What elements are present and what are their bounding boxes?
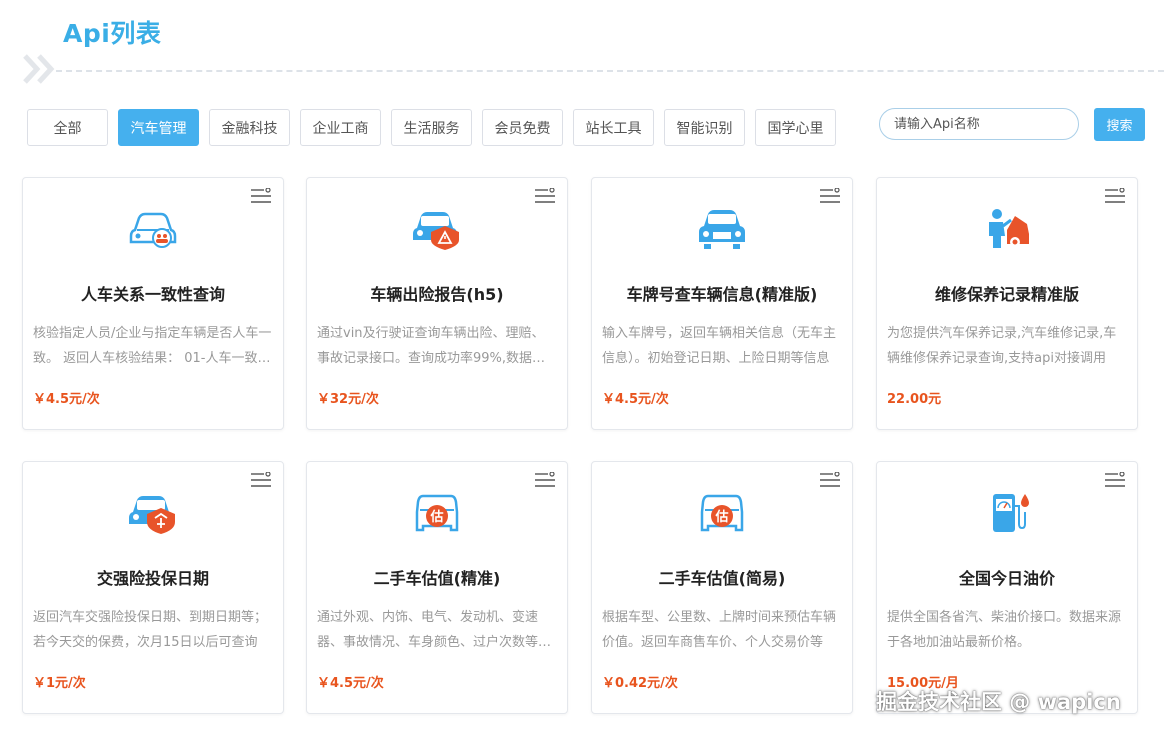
card-title: 人车关系一致性查询 xyxy=(80,285,225,304)
menu-icon[interactable] xyxy=(535,472,555,488)
car-repair-icon xyxy=(989,209,1029,248)
search-input[interactable] xyxy=(879,108,1079,140)
page-title: Api列表 xyxy=(63,19,162,48)
tab-all[interactable]: 全部 xyxy=(27,109,108,146)
menu-icon[interactable] xyxy=(1105,472,1125,488)
api-card[interactable]: 交强险投保日期 返回汽车交强险投保日期、到期日期等； 若今天交的保费，次月15日… xyxy=(22,461,284,714)
card-description: 为您提供汽车保养记录,汽车维修记录,车辆维修保养记录查询,支持api对接调用 xyxy=(887,326,1117,366)
car-shield-icon xyxy=(129,496,175,534)
tab-guoxue[interactable]: 国学心里 xyxy=(755,109,836,146)
api-card[interactable]: 估 二手车估值(简易) 根据车型、公里数、上牌时间来预估车辆价值。返回车商售车价… xyxy=(591,461,853,714)
tab-webmaster-tools[interactable]: 站长工具 xyxy=(573,109,654,146)
card-description: 提供全国各省汽、柴油价接口。数据来源于各地加油站最新价格。 xyxy=(887,610,1122,650)
card-description: 核验指定人员/企业与指定车辆是否人车一致。 返回人车核验结果： 01-人车一致 … xyxy=(33,326,272,366)
car-warning-icon xyxy=(413,212,459,250)
svg-text:估: 估 xyxy=(714,509,728,525)
card-price: ￥4.5元/次 xyxy=(33,392,100,407)
api-card[interactable]: 车辆出险报告(h5) 通过vin及行驶证查询车辆出险、理赔、事故记录接口。查询成… xyxy=(306,177,568,430)
car-valuation-icon: 估 xyxy=(700,494,744,532)
menu-icon[interactable] xyxy=(535,188,555,204)
tab-enterprise[interactable]: 企业工商 xyxy=(300,109,381,146)
card-title: 车辆出险报告(h5) xyxy=(370,285,504,304)
card-description: 输入车牌号，返回车辆相关信息（无车主信息）。初始登记日期、上险日期等信息 xyxy=(602,326,837,366)
card-price: ￥32元/次 xyxy=(317,392,379,407)
tab-car-management[interactable]: 汽车管理 xyxy=(118,109,199,146)
fuel-pump-icon xyxy=(993,494,1029,532)
menu-icon[interactable] xyxy=(820,472,840,488)
card-price: ￥4.5元/次 xyxy=(602,392,669,407)
card-title: 交强险投保日期 xyxy=(96,569,209,588)
card-price: ￥0.42元/次 xyxy=(602,676,678,691)
card-description: 通过vin及行驶证查询车辆出险、理赔、事故记录接口。查询成功率99%,数据实时更… xyxy=(317,326,546,366)
watermark: 掘金技术社区 @ wapicn xyxy=(876,690,1121,714)
page-header: Api列表 xyxy=(0,0,1170,90)
card-description: 根据车型、公里数、上牌时间来预估车辆价值。返回车商售车价、个人交易价等 xyxy=(602,610,837,650)
card-title: 车牌号查车辆信息(精准版) xyxy=(626,285,818,304)
card-price: 22.00元 xyxy=(887,392,942,407)
tab-recognition[interactable]: 智能识别 xyxy=(664,109,745,146)
card-price: ￥1元/次 xyxy=(33,676,86,691)
api-card[interactable]: 全国今日油价 提供全国各省汽、柴油价接口。数据来源于各地加油站最新价格。 15.… xyxy=(876,461,1138,714)
svg-text:估: 估 xyxy=(429,509,443,525)
search-button[interactable]: 搜索 xyxy=(1094,108,1145,141)
card-description: 通过外观、内饰、电气、发动机、变速器、事故情况、车身颜色、过户次数等估值 xyxy=(317,610,552,650)
menu-icon[interactable] xyxy=(820,188,840,204)
card-title: 全国今日油价 xyxy=(958,569,1055,588)
car-plate-icon xyxy=(699,210,745,249)
menu-icon[interactable] xyxy=(251,188,271,204)
menu-icon[interactable] xyxy=(1105,188,1125,204)
api-card[interactable]: 车牌号查车辆信息(精准版) 输入车牌号，返回车辆相关信息（无车主信息）。初始登记… xyxy=(591,177,853,430)
card-price: ￥4.5元/次 xyxy=(317,676,384,691)
card-title: 维修保养记录精准版 xyxy=(934,285,1079,304)
api-card[interactable]: 维修保养记录精准版 为您提供汽车保养记录,汽车维修记录,车辆维修保养记录查询,支… xyxy=(876,177,1138,430)
tab-life-services[interactable]: 生活服务 xyxy=(391,109,472,146)
card-title: 二手车估值(精准) xyxy=(373,569,501,588)
car-people-icon xyxy=(129,212,177,248)
car-valuation-icon: 估 xyxy=(415,494,459,532)
api-card[interactable]: 估 二手车估值(精准) 通过外观、内饰、电气、发动机、变速器、事故情况、车身颜色… xyxy=(306,461,568,714)
card-title: 二手车估值(简易) xyxy=(658,569,786,588)
tab-fintech[interactable]: 金融科技 xyxy=(209,109,290,146)
menu-icon[interactable] xyxy=(251,472,271,488)
tab-member-free[interactable]: 会员免费 xyxy=(482,109,563,146)
card-description: 返回汽车交强险投保日期、到期日期等； 若今天交的保费，次月15日以后可查询 xyxy=(33,610,268,650)
api-card[interactable]: 人车关系一致性查询 核验指定人员/企业与指定车辆是否人车一致。 返回人车核验结果… xyxy=(22,177,284,430)
divider xyxy=(56,70,1164,72)
chevron-double-icon xyxy=(23,54,55,84)
